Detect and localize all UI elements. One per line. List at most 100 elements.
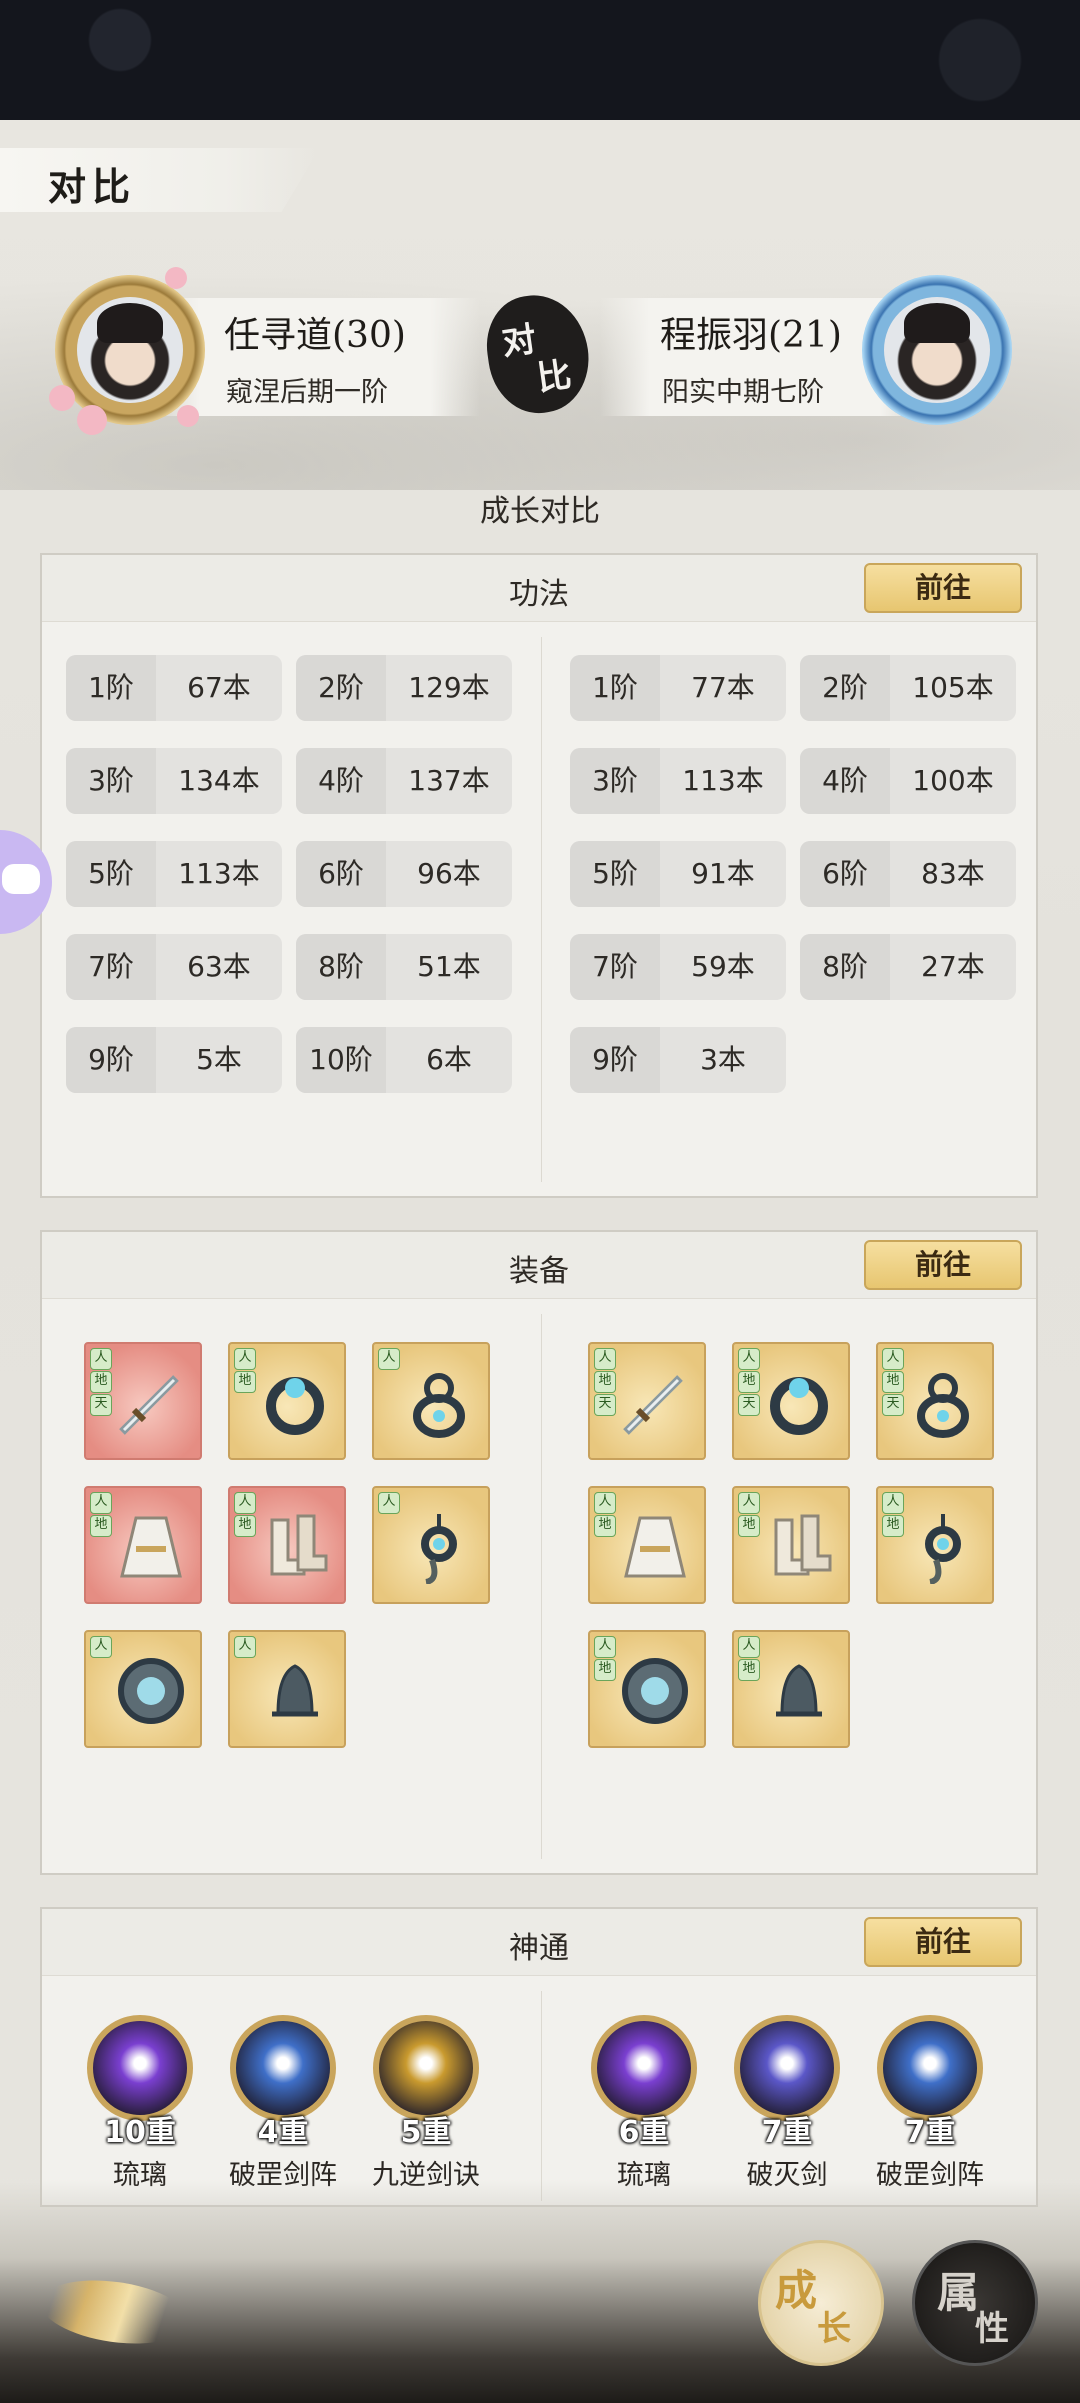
gongfa-tier-cell: 3阶 134本 [66,748,282,814]
equipment-slot[interactable]: 人地天 [84,1342,202,1460]
right-player-avatar[interactable] [862,275,1012,425]
panel-divider [541,637,542,1182]
bell-icon [258,1654,332,1728]
equipment-slot[interactable]: 人地 [732,1486,850,1604]
equipment-slot[interactable]: 人 [84,1630,202,1748]
equipment-slot[interactable]: 人 [372,1342,490,1460]
gongfa-tier-cell: 8阶 51本 [296,934,512,1000]
equipment-slot[interactable]: 人地天 [588,1342,706,1460]
tier-label: 10阶 [296,1027,386,1093]
equipment-panel-header: 装备 前往 [42,1232,1036,1299]
grade-tags: 人地 [738,1636,760,1681]
gongfa-tier-cell: 8阶 27本 [800,934,1016,1000]
grade-tags: 人地天 [738,1348,760,1416]
book-count: 129本 [408,671,490,704]
equipment-slot[interactable]: 人 [372,1486,490,1604]
tier-label: 4阶 [800,748,890,814]
book-count: 51本 [417,950,481,983]
tier-label: 5阶 [570,841,660,907]
gongfa-tier-cell: 3阶 113本 [570,748,786,814]
grade-tags: 人 [378,1348,400,1370]
bracelet-icon [762,1366,836,1440]
grade-tag: 地 [90,1515,112,1537]
right-player-realm: 阳实中期七阶 [662,377,824,408]
page-title: 对比 [48,164,137,209]
section-title: 成长对比 [480,494,600,529]
grade-tags: 人地 [90,1492,112,1537]
gongfa-tier-cell: 5阶 91本 [570,841,786,907]
grade-tags: 人 [234,1636,256,1658]
grade-tags: 人地 [594,1492,616,1537]
tier-label: 4阶 [296,748,386,814]
book-count: 96本 [417,857,481,890]
equipment-slot[interactable]: 人地天 [732,1342,850,1460]
equipment-slot[interactable]: 人地天 [876,1342,994,1460]
grade-tags: 人地天 [594,1348,616,1416]
equipment-slot[interactable]: 人地 [84,1486,202,1604]
skill-level: 6重 [618,2115,670,2150]
gamepad-icon [2,864,40,894]
book-count: 6本 [426,1043,472,1076]
blossom-icon [77,405,107,435]
gongfa-goto-button[interactable]: 前往 [864,563,1022,613]
equipment-slot[interactable]: 人地 [876,1486,994,1604]
shentong-goto-button[interactable]: 前往 [864,1917,1022,1967]
grade-tag: 人 [882,1492,904,1514]
growth-tab-button[interactable]: 成 长 [758,2240,884,2366]
tier-label: 1阶 [66,655,156,721]
skill-orb-icon [373,2015,479,2121]
book-count: 113本 [178,857,260,890]
grade-tag: 地 [90,1371,112,1393]
gongfa-tier-cell: 2阶 105本 [800,655,1016,721]
equipment-slot[interactable]: 人地 [228,1486,346,1604]
divine-skill[interactable]: 7重 破罡剑阵 [860,2015,1000,2192]
gongfa-tier-cell: 4阶 100本 [800,748,1016,814]
grade-tags: 人地天 [90,1348,112,1416]
attributes-tab-char-2: 性 [975,2309,1009,2349]
grade-tag: 人 [234,1636,256,1658]
panel-divider [541,1991,542,2201]
tier-label: 8阶 [296,934,386,1000]
gongfa-tier-cell: 7阶 59本 [570,934,786,1000]
attributes-tab-char-1: 属 [937,2268,980,2317]
grade-tag: 人 [594,1348,616,1370]
gongfa-panel: 功法 前往 1阶 67本 2阶 129本 3阶 134本 4阶 137本 5阶 113本 6阶 96本… [40,553,1038,1198]
grade-tag: 地 [234,1515,256,1537]
tier-label: 9阶 [66,1027,156,1093]
skill-level: 7重 [761,2115,813,2150]
tier-label: 6阶 [800,841,890,907]
gongfa-tier-cell: 6阶 83本 [800,841,1016,907]
left-player-avatar[interactable] [49,267,205,435]
grade-tags: 人地 [738,1492,760,1537]
shentong-panel-header: 神通 前往 [42,1909,1036,1976]
gongfa-tier-cell: 4阶 137本 [296,748,512,814]
attributes-tab-button[interactable]: 属 性 [912,2240,1038,2366]
grade-tag: 地 [594,1515,616,1537]
equipment-slot[interactable]: 人地 [732,1630,850,1748]
grade-tag: 人 [594,1636,616,1658]
grade-tag: 人 [234,1492,256,1514]
tier-label: 8阶 [800,934,890,1000]
equipment-slot[interactable]: 人地 [228,1342,346,1460]
divine-skill[interactable]: 5重 九逆剑诀 [356,2015,496,2192]
divine-skill[interactable]: 6重 琉璃 [574,2015,714,2192]
divine-skill[interactable]: 4重 破罡剑阵 [213,2015,353,2192]
equipment-slot[interactable]: 人地 [588,1486,706,1604]
portrait-icon [77,297,183,403]
divine-skill[interactable]: 10重 琉璃 [70,2015,210,2192]
gongfa-tier-cell: 9阶 3本 [570,1027,786,1093]
pendant-icon [402,1510,476,1585]
grade-tag: 人 [234,1348,256,1370]
growth-tab-char-2: 长 [817,2309,851,2349]
boots-icon [762,1510,836,1584]
equipment-slot[interactable]: 人 [228,1630,346,1748]
equipment-goto-button[interactable]: 前往 [864,1240,1022,1290]
divine-skill[interactable]: 7重 破灭剑 [717,2015,857,2192]
blossom-icon [165,267,187,289]
equipment-slot[interactable]: 人地 [588,1630,706,1748]
gongfa-tier-cell: 7阶 63本 [66,934,282,1000]
skill-orb-icon [591,2015,697,2121]
grade-tag: 天 [738,1394,760,1416]
grade-tag: 天 [90,1394,112,1416]
blossom-icon [49,385,75,411]
